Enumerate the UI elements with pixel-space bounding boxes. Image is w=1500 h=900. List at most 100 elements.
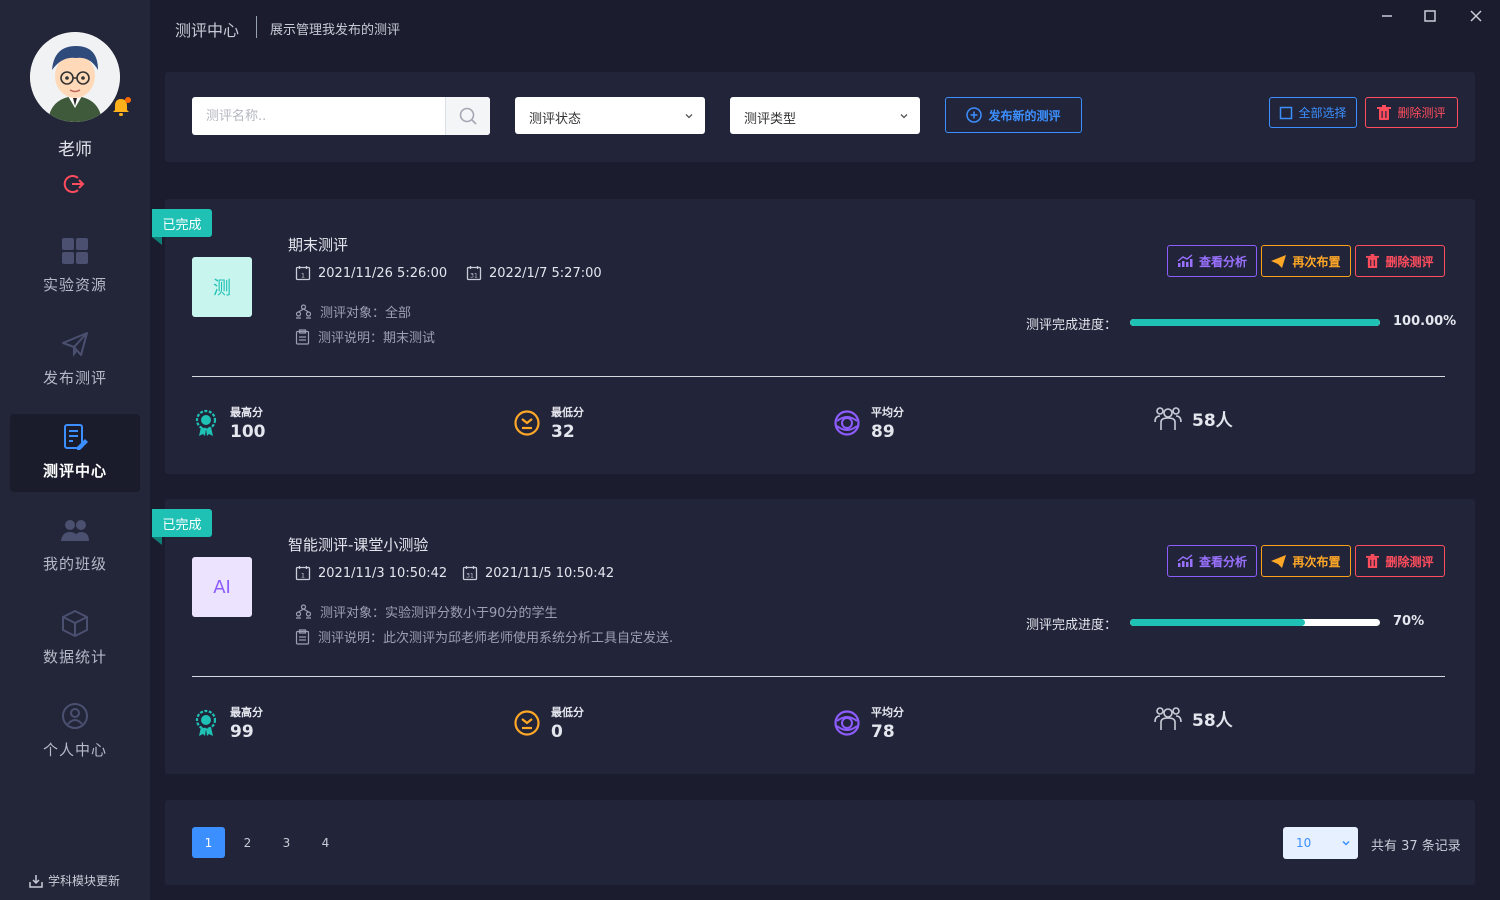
page-2-button[interactable]: 2 [231,827,264,858]
subject-module-update-link[interactable]: 学科模块更新 [28,872,120,889]
divider [192,376,1445,377]
chevron-down-icon [1342,840,1350,846]
sidebar-item-label: 数据统计 [42,648,107,666]
close-button[interactable] [1466,6,1486,26]
page-3-button[interactable]: 3 [270,827,303,858]
progress-value: 70% [1393,614,1425,629]
title-bar: 测评中心 展示管理我发布的测评 [150,0,1500,54]
ribbon-fold [152,237,162,245]
eval-target-text: 测评对象：全部 [320,306,412,321]
reassign-button[interactable]: 再次布置 [1261,545,1351,577]
bell-icon[interactable] [110,96,132,118]
eval-description-text: 测评说明：期末测试 [318,331,436,346]
username: 老师 [58,140,92,160]
ribbon-fold [152,537,162,545]
plus-circle-icon [966,107,983,123]
page-size-select[interactable]: 10 [1283,827,1358,859]
stat-avg-value: 89 [871,422,895,442]
sidebar-item-publish[interactable]: 发布测评 [10,321,140,399]
type-select[interactable]: 测评类型 [730,97,920,134]
min-score-icon [514,410,540,436]
reassign-button[interactable]: 再次布置 [1261,245,1351,277]
clipboard-icon [295,328,310,345]
stat-min-label: 最低分 [551,706,584,719]
sidebar-item-statistics[interactable]: 数据统计 [10,600,140,678]
publish-label: 发布新的测评 [988,108,1061,123]
pagination: 1 2 3 4 10 共有 37 条记录 [165,800,1475,885]
minimize-button[interactable] [1377,6,1397,26]
stat-avg: 平均分 89 [833,404,904,442]
view-analysis-button[interactable]: 查看分析 [1167,245,1257,277]
select-all-button[interactable]: 全部选择 [1269,97,1357,128]
logout-icon[interactable] [62,172,86,196]
select-all-label: 全部选择 [1298,106,1347,120]
sidebar-item-label: 实验资源 [42,276,107,294]
svg-text:1: 1 [301,272,305,280]
people-tree-icon [295,604,312,619]
download-icon [29,874,43,888]
divider [192,676,1445,677]
group-icon [1154,707,1182,730]
stat-max-label: 最高分 [230,406,263,419]
status-select[interactable]: 测评状态 [515,97,705,134]
sidebar-item-profile[interactable]: 个人中心 [10,693,140,771]
sidebar: 老师 实验资源 发布测评 测评中心 我的班级 数据统计 个人中心 学科模块更新 [0,0,150,900]
reassign-label: 再次布置 [1292,254,1341,269]
page-title: 测评中心 [175,21,240,40]
maximize-button[interactable] [1420,6,1440,26]
cube-icon [60,608,90,638]
sidebar-item-label: 我的班级 [42,555,107,573]
page-4-button[interactable]: 4 [309,827,342,858]
delete-eval-button[interactable]: 删除测评 [1365,97,1458,128]
search-icon [459,107,477,125]
stat-min-value: 32 [551,422,575,442]
sidebar-item-eval-center[interactable]: 测评中心 [10,414,140,492]
page-1-button[interactable]: 1 [192,827,225,858]
progress-bar [1130,619,1380,626]
eval-description: 测评说明：此次测评为邱老师老师使用系统分析工具自定发送. [295,627,673,646]
sidebar-item-label: 发布测评 [42,369,107,387]
progress-fill [1130,319,1380,326]
user-circle-icon [60,701,90,731]
stat-min-value: 0 [551,722,563,742]
eval-thumbnail: AI [192,557,252,617]
stat-max: 最高分 100 [192,404,266,442]
calendar-icon: 31 [462,566,478,581]
delete-eval-button[interactable]: 删除测评 [1355,545,1445,577]
award-icon [195,709,217,736]
end-date-text: 2021/11/5 10:50:42 [485,565,615,581]
eval-card[interactable]: 已完成 AI 智能测评-课堂小测验 1 2021/11/3 10:50:42 3… [152,499,1475,774]
eval-title: 智能测评-课堂小测验 [288,536,429,554]
stat-max-label: 最高分 [230,706,263,719]
view-analysis-label: 查看分析 [1198,554,1247,569]
end-date-text: 2022/1/7 5:27:00 [489,265,602,281]
start-date: 1 2021/11/26 5:26:00 [295,265,447,281]
search-button[interactable] [445,97,490,135]
eval-thumbnail: 测 [192,257,252,317]
avatar[interactable] [30,32,120,122]
publish-new-eval-button[interactable]: 发布新的测评 [945,97,1082,133]
svg-text:31: 31 [466,573,474,580]
svg-text:31: 31 [470,273,478,280]
group-icon [1154,407,1182,430]
stat-people-value: 58人 [1192,410,1233,431]
page-subtitle: 展示管理我发布的测评 [270,23,401,38]
sidebar-item-resources[interactable]: 实验资源 [10,228,140,306]
view-analysis-button[interactable]: 查看分析 [1167,545,1257,577]
stat-people: 58人 [1154,404,1233,432]
sidebar-item-label: 个人中心 [42,741,107,759]
calendar-icon: 31 [466,266,482,281]
sidebar-item-my-class[interactable]: 我的班级 [10,507,140,585]
eval-target-text: 测评对象：实验测评分数小于90分的学生 [320,606,558,621]
svg-text:1: 1 [301,572,305,580]
search-box [192,97,490,135]
update-label: 学科模块更新 [48,874,121,888]
users-icon [60,515,90,545]
status-badge: 已完成 [152,209,212,237]
delete-eval-button[interactable]: 删除测评 [1355,245,1445,277]
stat-avg-label: 平均分 [871,406,904,419]
eval-title: 期末测评 [288,236,349,254]
search-input[interactable] [192,97,445,135]
eval-card[interactable]: 已完成 测 期末测评 1 2021/11/26 5:26:00 31 2022/… [152,199,1475,474]
start-date-text: 2021/11/26 5:26:00 [318,265,448,281]
